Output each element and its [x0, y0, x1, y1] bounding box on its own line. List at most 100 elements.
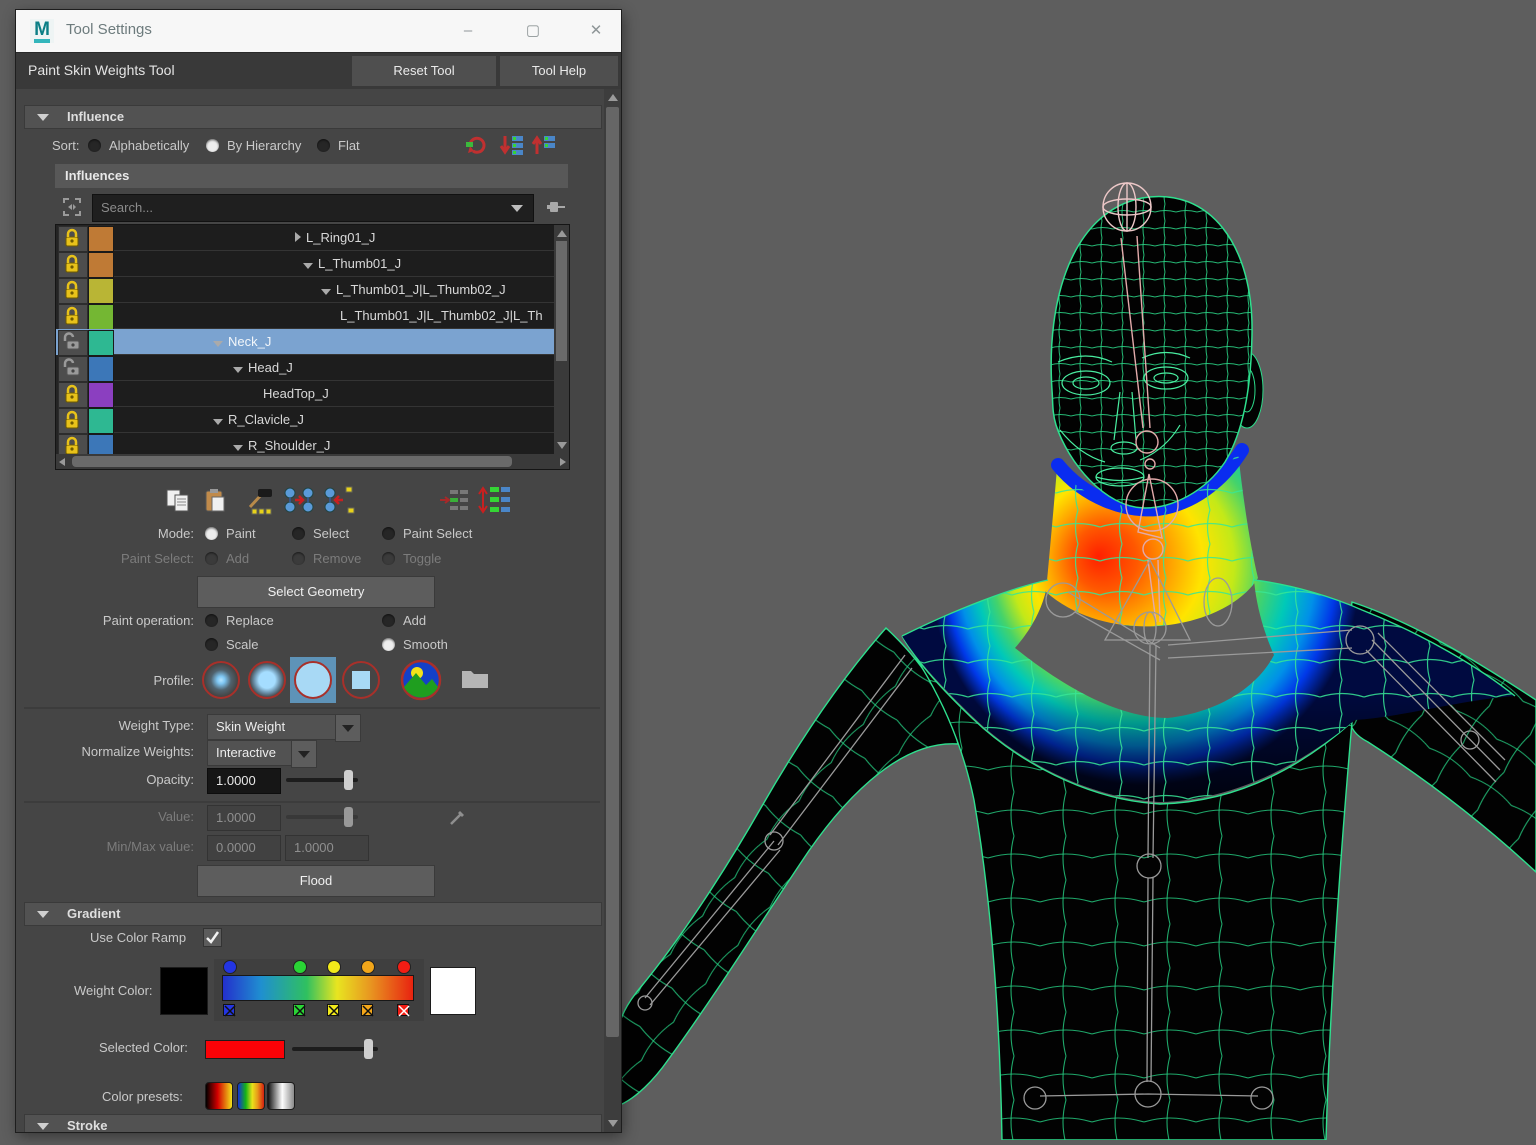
close-button[interactable]: ✕ [576, 18, 616, 44]
influence-name[interactable]: R_Clavicle_J [114, 407, 570, 433]
copy-weights-icon[interactable] [164, 487, 194, 515]
sort-alphabetically-radio[interactable] [88, 139, 101, 152]
influence-section-header[interactable]: Influence [24, 105, 602, 129]
influence-name[interactable]: L_Ring01_J [114, 225, 570, 251]
influence-color-swatch[interactable] [88, 330, 114, 356]
weight-type-dropdown[interactable]: Skin Weight [207, 714, 337, 740]
weight-color-max-swatch[interactable] [430, 967, 476, 1015]
use-color-ramp-checkbox[interactable] [203, 928, 222, 947]
ramp-marker-circle[interactable] [327, 960, 341, 974]
preset-black-red-yellow[interactable] [205, 1082, 233, 1110]
search-dropdown-icon[interactable] [511, 205, 523, 212]
ramp-marker-delete[interactable] [361, 1004, 373, 1016]
influence-color-swatch[interactable] [88, 382, 114, 408]
op-scale-radio[interactable] [205, 638, 218, 651]
influence-color-swatch[interactable] [88, 226, 114, 252]
influences-list[interactable]: L_Ring01_J L_Thumb01_J [55, 224, 570, 470]
list-horizontal-scrollbar[interactable] [56, 454, 569, 469]
lock-toggle[interactable] [58, 252, 88, 278]
influence-color-swatch[interactable] [88, 252, 114, 278]
influence-row[interactable]: L_Thumb01_J [56, 251, 537, 277]
influence-row[interactable]: Neck_J [56, 329, 537, 355]
brush-solid-selected[interactable] [290, 657, 336, 703]
ramp-marker-delete[interactable] [293, 1004, 305, 1016]
normalize-dropdown[interactable]: Interactive [207, 740, 293, 766]
ramp-marker-circle[interactable] [223, 960, 237, 974]
ramp-marker-delete[interactable] [397, 1004, 409, 1016]
normalize-dropdown-arrow[interactable] [291, 740, 317, 768]
preset-rainbow[interactable] [237, 1082, 265, 1110]
preset-grayscale[interactable] [267, 1082, 295, 1110]
lock-toggle[interactable] [58, 304, 88, 330]
lock-toggle[interactable] [58, 330, 88, 356]
sort-flat-radio[interactable] [317, 139, 330, 152]
reset-tool-button[interactable]: Reset Tool [352, 56, 496, 86]
influence-name[interactable]: Head_J [114, 355, 570, 381]
influence-row[interactable]: Head_J [56, 355, 537, 381]
sort-down-icon[interactable] [498, 133, 524, 157]
ramp-marker-delete[interactable] [223, 1004, 235, 1016]
influence-color-swatch[interactable] [88, 304, 114, 330]
influence-row[interactable]: HeadTop_J [56, 381, 537, 407]
lock-toggle[interactable] [58, 408, 88, 434]
brush-gaussian-icon[interactable] [202, 661, 240, 699]
tree-expand-icon[interactable] [213, 419, 223, 425]
brush-square-icon[interactable] [342, 661, 380, 699]
lock-toggle[interactable] [58, 382, 88, 408]
lock-toggle[interactable] [58, 278, 88, 304]
copy-vertex-weights-icon[interactable] [438, 487, 470, 513]
influence-name[interactable]: L_Thumb01_J|L_Thumb02_J|L_Th [114, 303, 570, 329]
influence-name[interactable]: L_Thumb01_J|L_Thumb02_J [114, 277, 570, 303]
stroke-section-header[interactable]: Stroke [24, 1114, 602, 1132]
tree-expand-icon[interactable] [303, 263, 313, 269]
select-geometry-button[interactable]: Select Geometry [197, 576, 435, 608]
influence-color-swatch[interactable] [88, 408, 114, 434]
influence-row[interactable]: L_Thumb01_J|L_Thumb02_J|L_Th [56, 303, 537, 329]
ramp-marker-circle[interactable] [397, 960, 411, 974]
browse-brush-folder-icon[interactable] [460, 665, 490, 691]
hammer-weights-icon[interactable] [244, 487, 276, 515]
ramp-marker-delete[interactable] [327, 1004, 339, 1016]
brush-soft-icon[interactable] [248, 661, 286, 699]
gradient-section-header[interactable]: Gradient [24, 902, 602, 926]
minimize-button[interactable]: – [448, 18, 488, 44]
maximize-button[interactable]: ▢ [513, 18, 553, 44]
lock-toggle[interactable] [58, 226, 88, 252]
tree-expand-icon[interactable] [321, 289, 331, 295]
tree-expand-icon[interactable] [213, 341, 223, 347]
influence-color-swatch[interactable] [88, 356, 114, 382]
lock-toggle[interactable] [58, 356, 88, 382]
mode-paint-select-radio[interactable] [382, 527, 395, 540]
tree-expand-icon[interactable] [295, 232, 301, 242]
color-ramp-bar[interactable] [222, 975, 414, 1001]
paste-vertex-weights-icon[interactable] [478, 485, 510, 515]
titlebar[interactable]: M Tool Settings – ▢ ✕ [16, 10, 621, 53]
influence-search-field[interactable]: Search... [92, 194, 534, 222]
influence-name[interactable]: HeadTop_J [114, 381, 570, 407]
flood-button[interactable]: Flood [197, 865, 435, 897]
refresh-sort-icon[interactable] [464, 133, 490, 157]
influence-name[interactable]: L_Thumb01_J [114, 251, 570, 277]
influence-name[interactable]: Neck_J [114, 329, 570, 355]
influence-row[interactable]: L_Ring01_J [56, 225, 537, 251]
op-add-radio[interactable] [382, 614, 395, 627]
panel-scrollbar[interactable] [604, 89, 621, 1132]
ramp-marker-circle[interactable] [361, 960, 375, 974]
move-weights-left-icon[interactable] [322, 485, 356, 515]
ramp-marker-circle[interactable] [293, 960, 307, 974]
opacity-slider[interactable] [286, 778, 358, 782]
mode-paint-radio[interactable] [205, 527, 218, 540]
weight-color-min-swatch[interactable] [160, 967, 208, 1015]
selected-color-slider[interactable] [292, 1047, 378, 1051]
opacity-field[interactable]: 1.0000 [207, 768, 281, 794]
influence-color-swatch[interactable] [88, 278, 114, 304]
pin-icon[interactable] [542, 195, 568, 219]
tool-help-button[interactable]: Tool Help [500, 56, 618, 86]
op-smooth-radio[interactable] [382, 638, 395, 651]
select-filter-icon[interactable] [60, 195, 84, 219]
brush-image-icon[interactable] [400, 659, 442, 701]
influence-row[interactable]: L_Thumb01_J|L_Thumb02_J [56, 277, 537, 303]
color-ramp-editor[interactable] [214, 959, 424, 1021]
sort-by-hierarchy-radio[interactable] [206, 139, 219, 152]
influence-row[interactable]: R_Clavicle_J [56, 407, 537, 433]
